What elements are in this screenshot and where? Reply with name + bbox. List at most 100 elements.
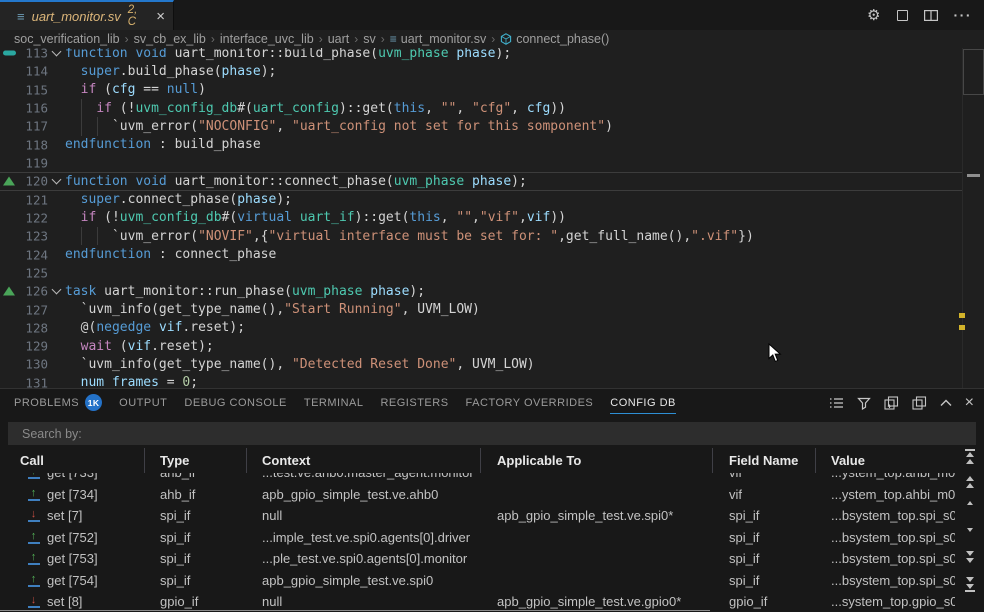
filter-icon[interactable] xyxy=(857,396,871,410)
table-row[interactable]: get [752]spi_if...imple_test.ve.spi0.age… xyxy=(0,527,955,549)
code-line[interactable]: 119 xyxy=(0,154,962,172)
search-input[interactable] xyxy=(8,422,976,445)
line-number[interactable]: 120 xyxy=(25,174,48,189)
breadcrumb-item[interactable]: interface_uvc_lib xyxy=(220,32,314,46)
line-number[interactable]: 115 xyxy=(25,82,48,97)
table-row[interactable]: get [734]ahb_ifapb_gpio_simple_test.ve.a… xyxy=(0,484,955,506)
panel-tab-registers[interactable]: REGISTERS xyxy=(380,389,448,416)
breadcrumb-label: soc_verification_lib xyxy=(14,32,120,46)
breadcrumb-item[interactable]: ≡uart_monitor.sv xyxy=(390,32,486,46)
breadcrumb-separator: › xyxy=(211,32,215,46)
cell-type: spi_if xyxy=(145,551,247,566)
panel-tab-terminal[interactable]: TERMINAL xyxy=(304,389,364,416)
line-number[interactable]: 125 xyxy=(25,265,48,280)
column-header[interactable]: Call xyxy=(0,448,145,473)
panel-tab-problems[interactable]: PROBLEMS1K xyxy=(14,389,102,416)
breadcrumb-label: sv xyxy=(363,32,376,46)
cell-type: spi_if xyxy=(145,573,247,588)
close-panel-icon[interactable]: × xyxy=(965,396,974,410)
column-header[interactable]: Type xyxy=(145,448,247,473)
fold-chevron-icon[interactable] xyxy=(52,175,62,185)
code-line[interactable]: 118endfunction : build_phase xyxy=(0,136,962,154)
panel-hscrollbar[interactable] xyxy=(0,610,710,611)
breadcrumb-item[interactable]: connect_phase() xyxy=(500,32,609,46)
gear-icon[interactable]: ⚙ xyxy=(867,6,880,24)
breadcrumb-separator: › xyxy=(491,32,495,46)
fold-chevron-icon[interactable] xyxy=(52,47,62,57)
scroll-to-bottom-icon[interactable] xyxy=(962,577,978,592)
code-line[interactable]: 127 `uvm_info(get_type_name(),"Start Run… xyxy=(0,300,962,318)
code-line[interactable]: 128 @(negedge vif.reset); xyxy=(0,319,962,337)
cell-type: gpio_if xyxy=(145,594,247,609)
get-icon xyxy=(27,473,40,479)
code-line[interactable]: 115 if (cfg == null) xyxy=(0,81,962,99)
list-view-icon[interactable] xyxy=(829,396,844,410)
line-number[interactable]: 119 xyxy=(25,156,48,171)
line-number[interactable]: 129 xyxy=(25,339,48,354)
line-number[interactable]: 130 xyxy=(25,357,48,372)
line-up-icon[interactable] xyxy=(962,501,978,505)
line-number[interactable]: 128 xyxy=(25,320,48,335)
editor-scrollbar-thumb[interactable] xyxy=(963,49,984,95)
editor-actions: ⚙ ··· xyxy=(867,0,972,30)
cell-value: ...bsystem_top.spi_s0 xyxy=(816,508,955,523)
panel-tab-debug-console[interactable]: DEBUG CONSOLE xyxy=(184,389,286,416)
column-header[interactable]: Context xyxy=(247,448,481,473)
code-line[interactable]: 125 xyxy=(0,264,962,282)
line-number[interactable]: 118 xyxy=(25,137,48,152)
code-text: @(negedge vif.reset); xyxy=(65,320,245,335)
code-line[interactable]: 121 super.connect_phase(phase); xyxy=(0,191,962,209)
new-window-icon[interactable] xyxy=(884,396,899,410)
code-line[interactable]: 123 `uvm_error("NOVIF",{"virtual interfa… xyxy=(0,227,962,245)
code-line[interactable]: 126task uart_monitor::run_phase(uvm_phas… xyxy=(0,282,962,300)
column-header[interactable]: Field Name xyxy=(713,448,816,473)
code-text: `uvm_info(get_type_name(),"Start Running… xyxy=(65,302,480,317)
line-number[interactable]: 117 xyxy=(25,119,48,134)
editor-scrollbar-track[interactable] xyxy=(962,48,963,388)
code-line[interactable]: 120function void uart_monitor::connect_p… xyxy=(0,172,962,190)
table-row[interactable]: get [754]spi_ifapb_gpio_simple_test.ve.s… xyxy=(0,570,955,592)
breadcrumb-item[interactable]: sv_cb_ex_lib xyxy=(134,32,206,46)
panel-actions: × xyxy=(829,389,974,416)
column-header[interactable]: Value xyxy=(816,448,955,473)
tab-uart-monitor[interactable]: ≡ uart_monitor.sv 2, C × xyxy=(0,0,174,30)
code-line[interactable]: 129 wait (vif.reset); xyxy=(0,337,962,355)
code-line[interactable]: 117 `uvm_error("NOCONFIG", "uart_config … xyxy=(0,117,962,135)
line-number[interactable]: 127 xyxy=(25,302,48,317)
collapse-panel-icon[interactable] xyxy=(940,399,952,407)
code-line[interactable]: 114 super.build_phase(phase); xyxy=(0,62,962,80)
maximize-icon[interactable] xyxy=(897,10,908,21)
code-line[interactable]: 122 if (!uvm_config_db#(virtual uart_if)… xyxy=(0,209,962,227)
line-down-icon[interactable] xyxy=(962,528,978,532)
table-row[interactable]: set [8]gpio_ifnullapb_gpio_simple_test.v… xyxy=(0,591,955,612)
panel-tab-factory-overrides[interactable]: FACTORY OVERRIDES xyxy=(466,389,594,416)
breadcrumb-item[interactable]: sv xyxy=(363,32,376,46)
fold-chevron-icon[interactable] xyxy=(52,285,62,295)
table-row[interactable]: get [733]ahb_if...test.ve.ahb0.master_ag… xyxy=(0,473,955,484)
code-line[interactable]: 124endfunction : connect_phase xyxy=(0,245,962,263)
panel-tab-config-db[interactable]: CONFIG DB xyxy=(610,389,676,416)
duplicate-panel-icon[interactable] xyxy=(912,396,927,410)
line-number[interactable]: 126 xyxy=(25,284,48,299)
line-number[interactable]: 124 xyxy=(25,247,48,262)
line-number[interactable]: 123 xyxy=(25,229,48,244)
line-number[interactable]: 114 xyxy=(25,64,48,79)
split-editor-icon[interactable] xyxy=(924,10,938,21)
panel-tab-output[interactable]: OUTPUT xyxy=(119,389,167,416)
table-row[interactable]: set [7]spi_ifnullapb_gpio_simple_test.ve… xyxy=(0,505,955,527)
column-header[interactable]: Applicable To xyxy=(481,448,713,473)
table-row[interactable]: get [753]spi_if...ple_test.ve.spi0.agent… xyxy=(0,548,955,570)
line-number[interactable]: 121 xyxy=(25,192,48,207)
code-line[interactable]: 116 if (!uvm_config_db#(uart_config)::ge… xyxy=(0,99,962,117)
page-down-icon[interactable] xyxy=(962,551,978,563)
line-number[interactable]: 116 xyxy=(25,101,48,116)
line-number[interactable]: 122 xyxy=(25,210,48,225)
breadcrumb-item[interactable]: uart xyxy=(328,32,350,46)
code-editor[interactable]: 113function void uart_monitor::build_pha… xyxy=(0,44,962,392)
code-line[interactable]: 130 `uvm_info(get_type_name(), "Detected… xyxy=(0,355,962,373)
more-actions-icon[interactable]: ··· xyxy=(954,7,973,23)
scroll-to-top-icon[interactable] xyxy=(962,449,978,464)
breadcrumb-item[interactable]: soc_verification_lib xyxy=(14,32,120,46)
tab-close-icon[interactable]: × xyxy=(156,9,165,24)
page-up-icon[interactable] xyxy=(962,476,978,488)
